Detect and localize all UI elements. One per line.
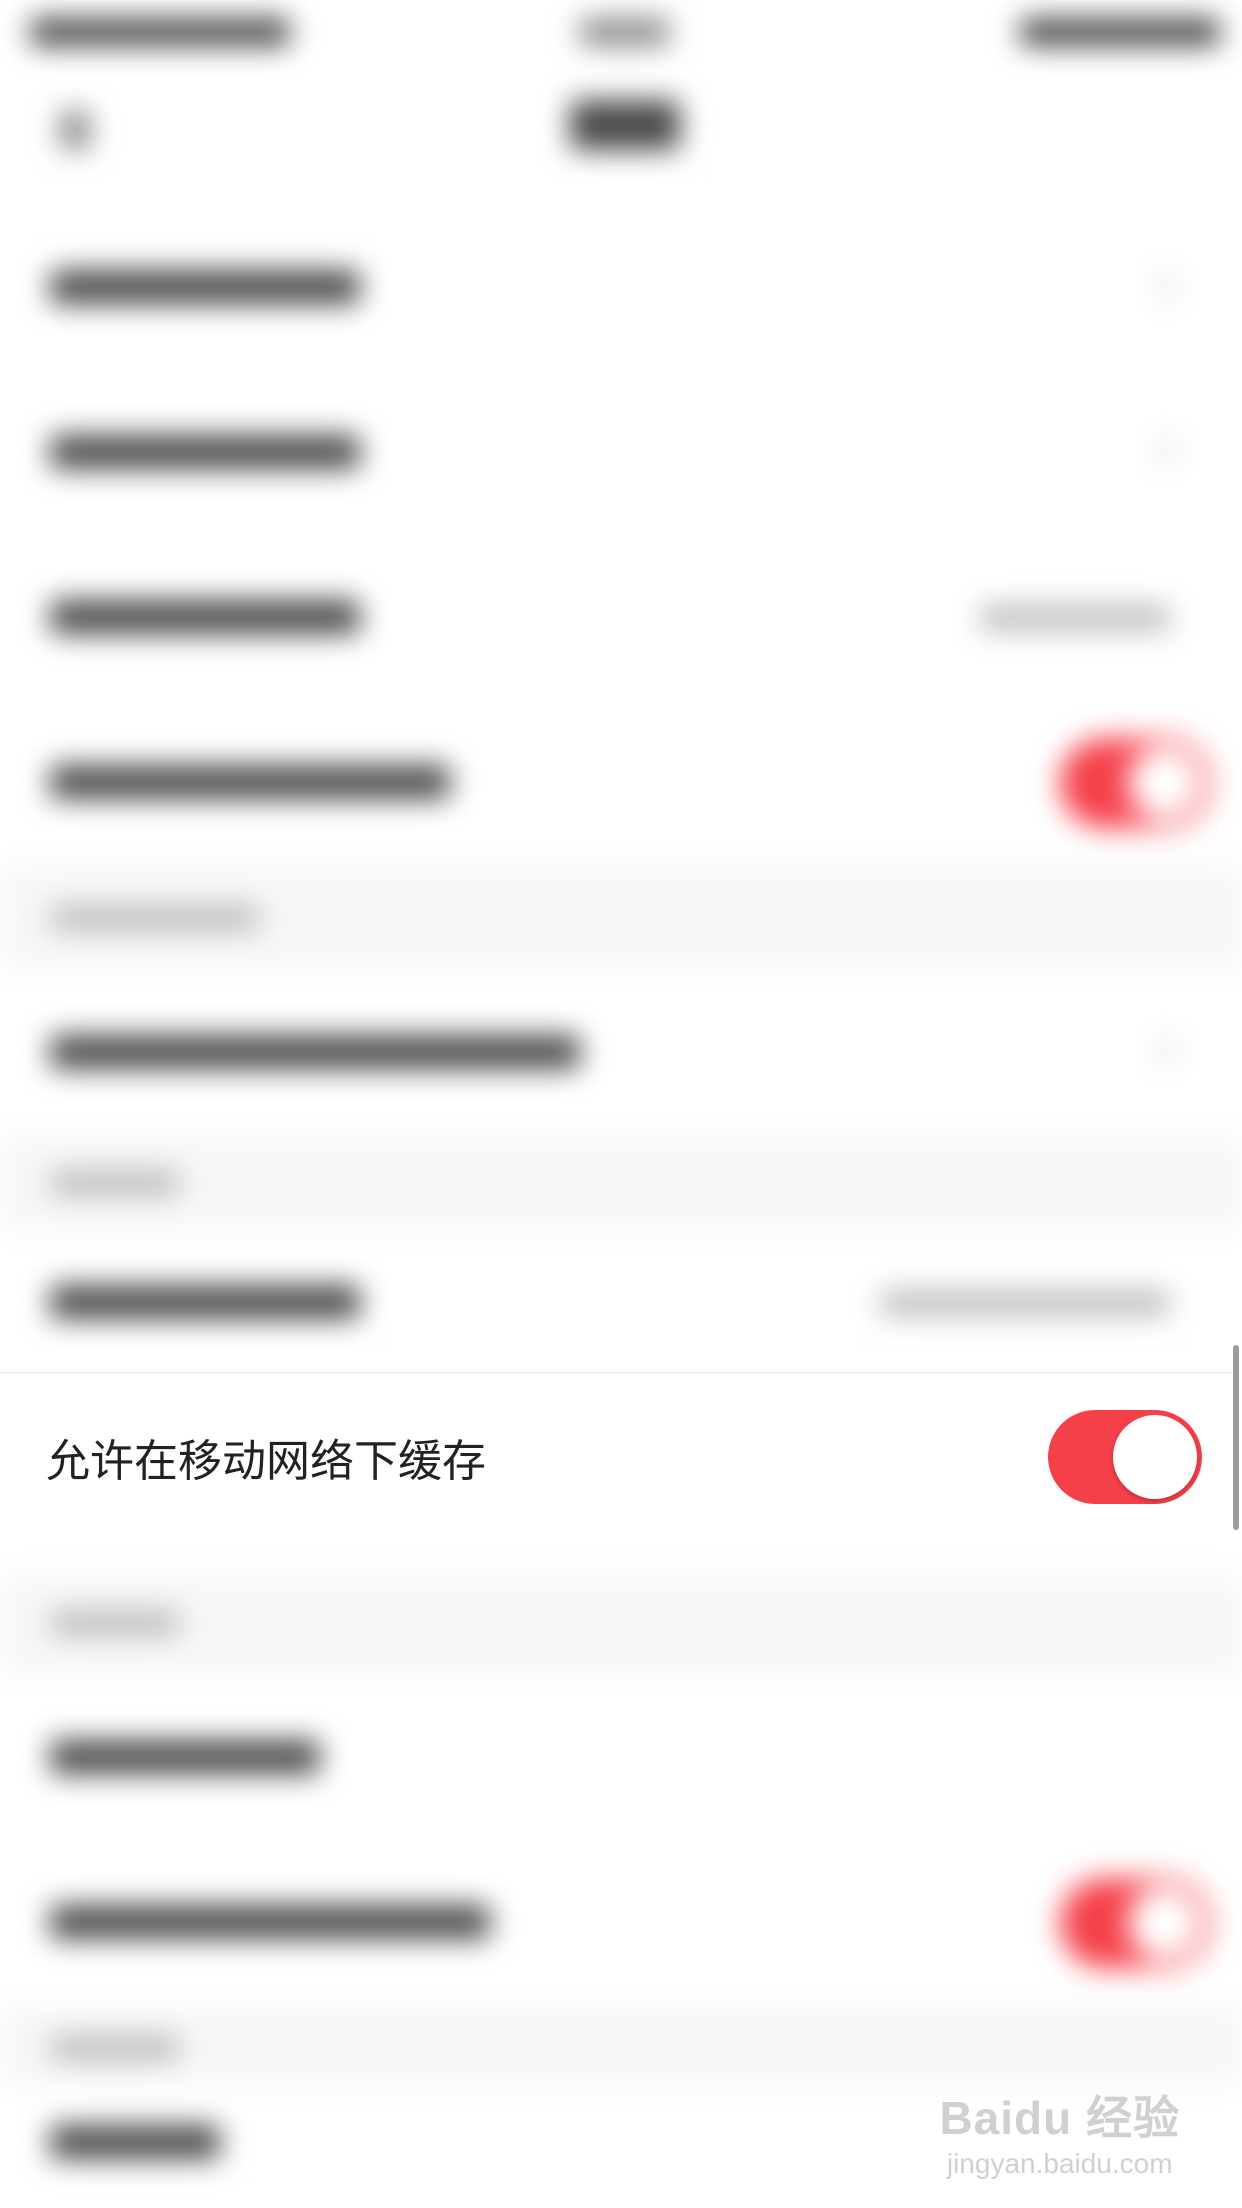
section-header <box>0 2005 1242 2085</box>
scrollbar[interactable] <box>1233 1345 1239 1530</box>
setting-row <box>0 1540 1242 1575</box>
toggle-knob <box>1113 1415 1197 1499</box>
back-icon <box>60 110 90 150</box>
watermark-url: jingyan.baidu.com <box>946 2148 1173 2179</box>
setting-row <box>0 205 1242 370</box>
setting-row <box>0 700 1242 865</box>
mobile-network-cache-toggle[interactable] <box>1048 1410 1202 1504</box>
status-carrier <box>30 18 290 46</box>
watermark-logo: Baidu 经验 <box>939 2092 1180 2144</box>
mobile-network-cache-label: 允许在移动网络下缓存 <box>46 1437 486 1486</box>
setting-row <box>0 970 1242 1135</box>
setting-row <box>0 1230 1242 1372</box>
setting-row <box>0 1675 1242 1840</box>
page-title <box>570 100 680 150</box>
blurred-settings-background <box>0 0 1242 2208</box>
status-battery <box>1020 18 1220 46</box>
setting-row <box>0 1840 1242 2005</box>
section-header <box>0 1575 1242 1675</box>
setting-row <box>0 370 1242 535</box>
baidu-jingyan-watermark: Baidu 经验 jingyan.baidu.com <box>939 2082 1180 2180</box>
section-header <box>0 1135 1242 1230</box>
mobile-network-cache-row[interactable]: 允许在移动网络下缓存 <box>0 1372 1232 1541</box>
section-header <box>0 865 1242 970</box>
setting-row <box>0 535 1242 700</box>
status-time <box>580 18 670 46</box>
